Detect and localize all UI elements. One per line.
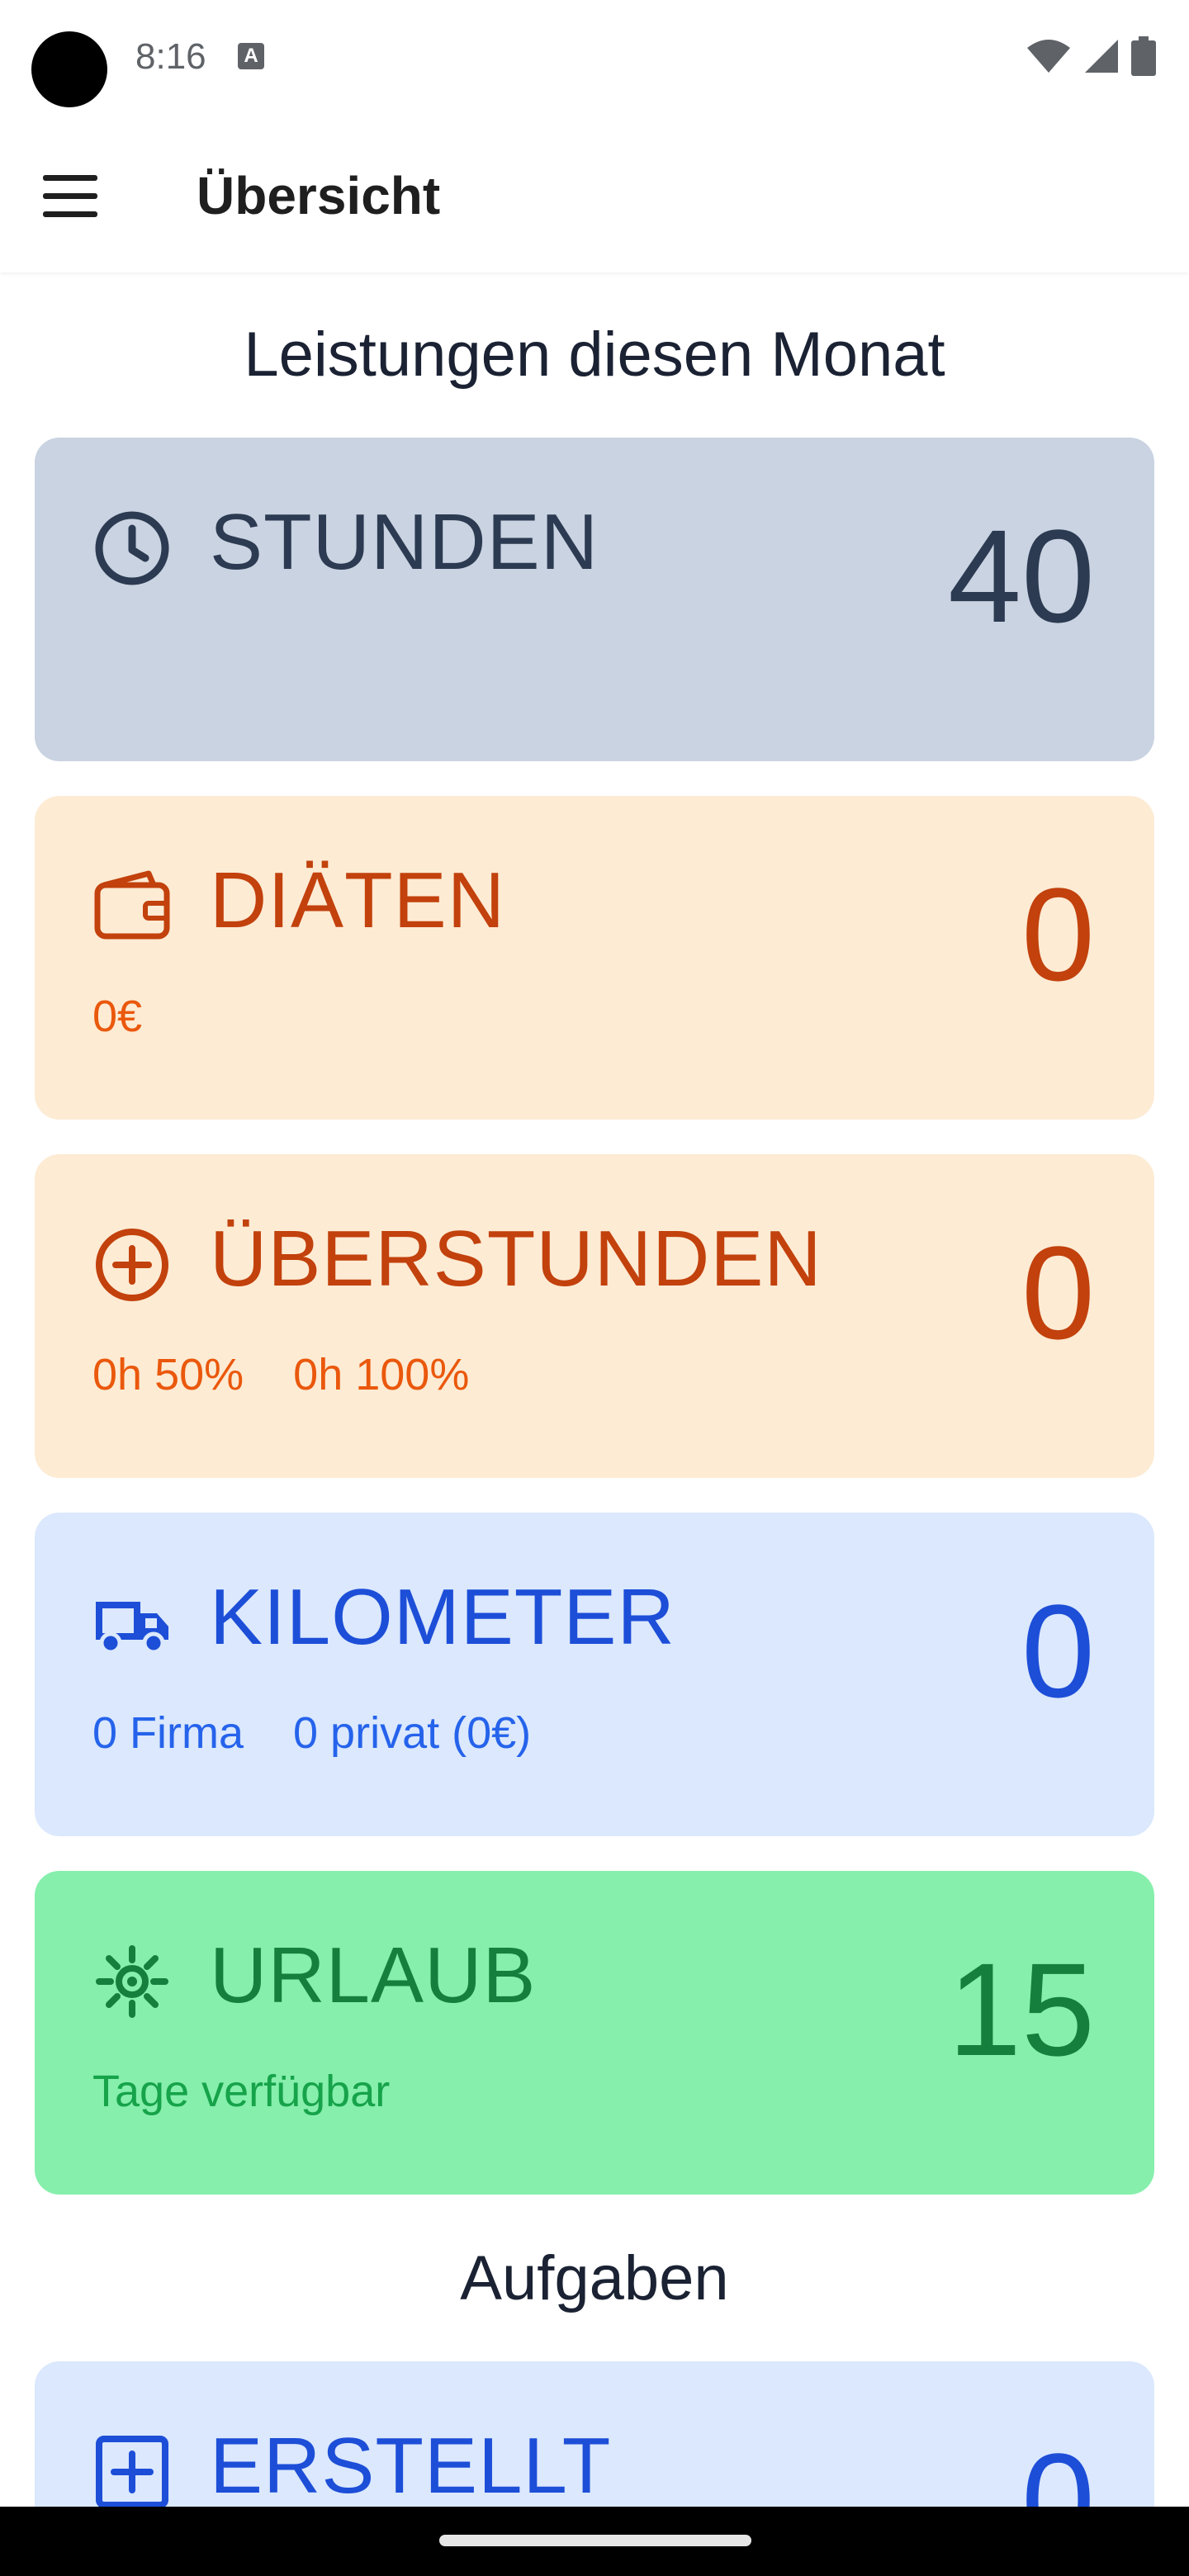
- services-section-title: Leistungen diesen Monat: [244, 320, 945, 390]
- wallet-icon: [94, 870, 170, 940]
- vacation-value: 15: [948, 1935, 1095, 2083]
- kilometer-company: 0 Firma: [92, 1708, 244, 1758]
- wifi-icon: [1027, 40, 1070, 73]
- vacation-days-available: Tage verfügbar: [92, 2067, 391, 2116]
- kilometer-details: 0 Firma 0 privat (0€): [92, 1707, 531, 1759]
- allowance-amount: 0€: [92, 991, 142, 1042]
- kilometer-label: KILOMETER: [210, 1573, 675, 1661]
- kilometer-value: 0: [1021, 1577, 1095, 1725]
- kilometer-card[interactable]: KILOMETER 0 0 Firma 0 privat (0€): [35, 1513, 1154, 1836]
- plus-square-icon: [96, 2436, 168, 2508]
- clock-icon: [95, 511, 169, 585]
- vacation-details: Tage verfügbar: [92, 2066, 390, 2117]
- overtime-50: 0h 50%: [92, 1350, 244, 1399]
- vacation-label: URLAUB: [210, 1931, 537, 2020]
- keyboard-a-icon: A: [238, 43, 264, 69]
- page-title: Übersicht: [197, 166, 441, 225]
- allowance-value: 0: [1021, 860, 1095, 1008]
- app-bar: Übersicht: [0, 116, 1189, 272]
- system-nav-bar: [0, 2507, 1189, 2576]
- status-time: 8:16: [135, 36, 206, 77]
- battery-icon: [1131, 36, 1156, 76]
- overtime-card[interactable]: ÜBERSTUNDEN 0 0h 50% 0h 100%: [35, 1154, 1154, 1478]
- allowance-label: DIÄTEN: [210, 856, 506, 945]
- kilometer-private: 0 privat (0€): [293, 1708, 532, 1758]
- hours-value: 40: [948, 502, 1095, 650]
- hours-card[interactable]: STUNDEN 40: [35, 438, 1154, 761]
- plus-circle-icon: [96, 1229, 168, 1301]
- signal-icon: [1085, 40, 1118, 73]
- sun-icon: [96, 1945, 168, 2018]
- hours-label: STUNDEN: [210, 498, 599, 586]
- menu-icon[interactable]: [43, 175, 109, 225]
- overtime-details: 0h 50% 0h 100%: [92, 1349, 469, 1400]
- overtime-100: 0h 100%: [293, 1350, 470, 1399]
- allowance-card[interactable]: DIÄTEN 0 0€: [35, 796, 1154, 1120]
- home-gesture-handle[interactable]: [439, 2535, 751, 2546]
- overtime-label: ÜBERSTUNDEN: [210, 1215, 822, 1303]
- created-tasks-label: ERSTELLT: [210, 2422, 612, 2510]
- allowance-euro: 0€: [92, 992, 143, 1041]
- overtime-value: 0: [1021, 1219, 1095, 1366]
- truck-icon: [96, 1602, 168, 1655]
- camera-dot: [31, 31, 107, 107]
- status-icons: [1026, 36, 1156, 76]
- status-bar: 8:16 A: [0, 0, 1189, 116]
- tasks-section-title: Aufgaben: [460, 2243, 729, 2313]
- vacation-card[interactable]: URLAUB 15 Tage verfügbar: [35, 1871, 1154, 2195]
